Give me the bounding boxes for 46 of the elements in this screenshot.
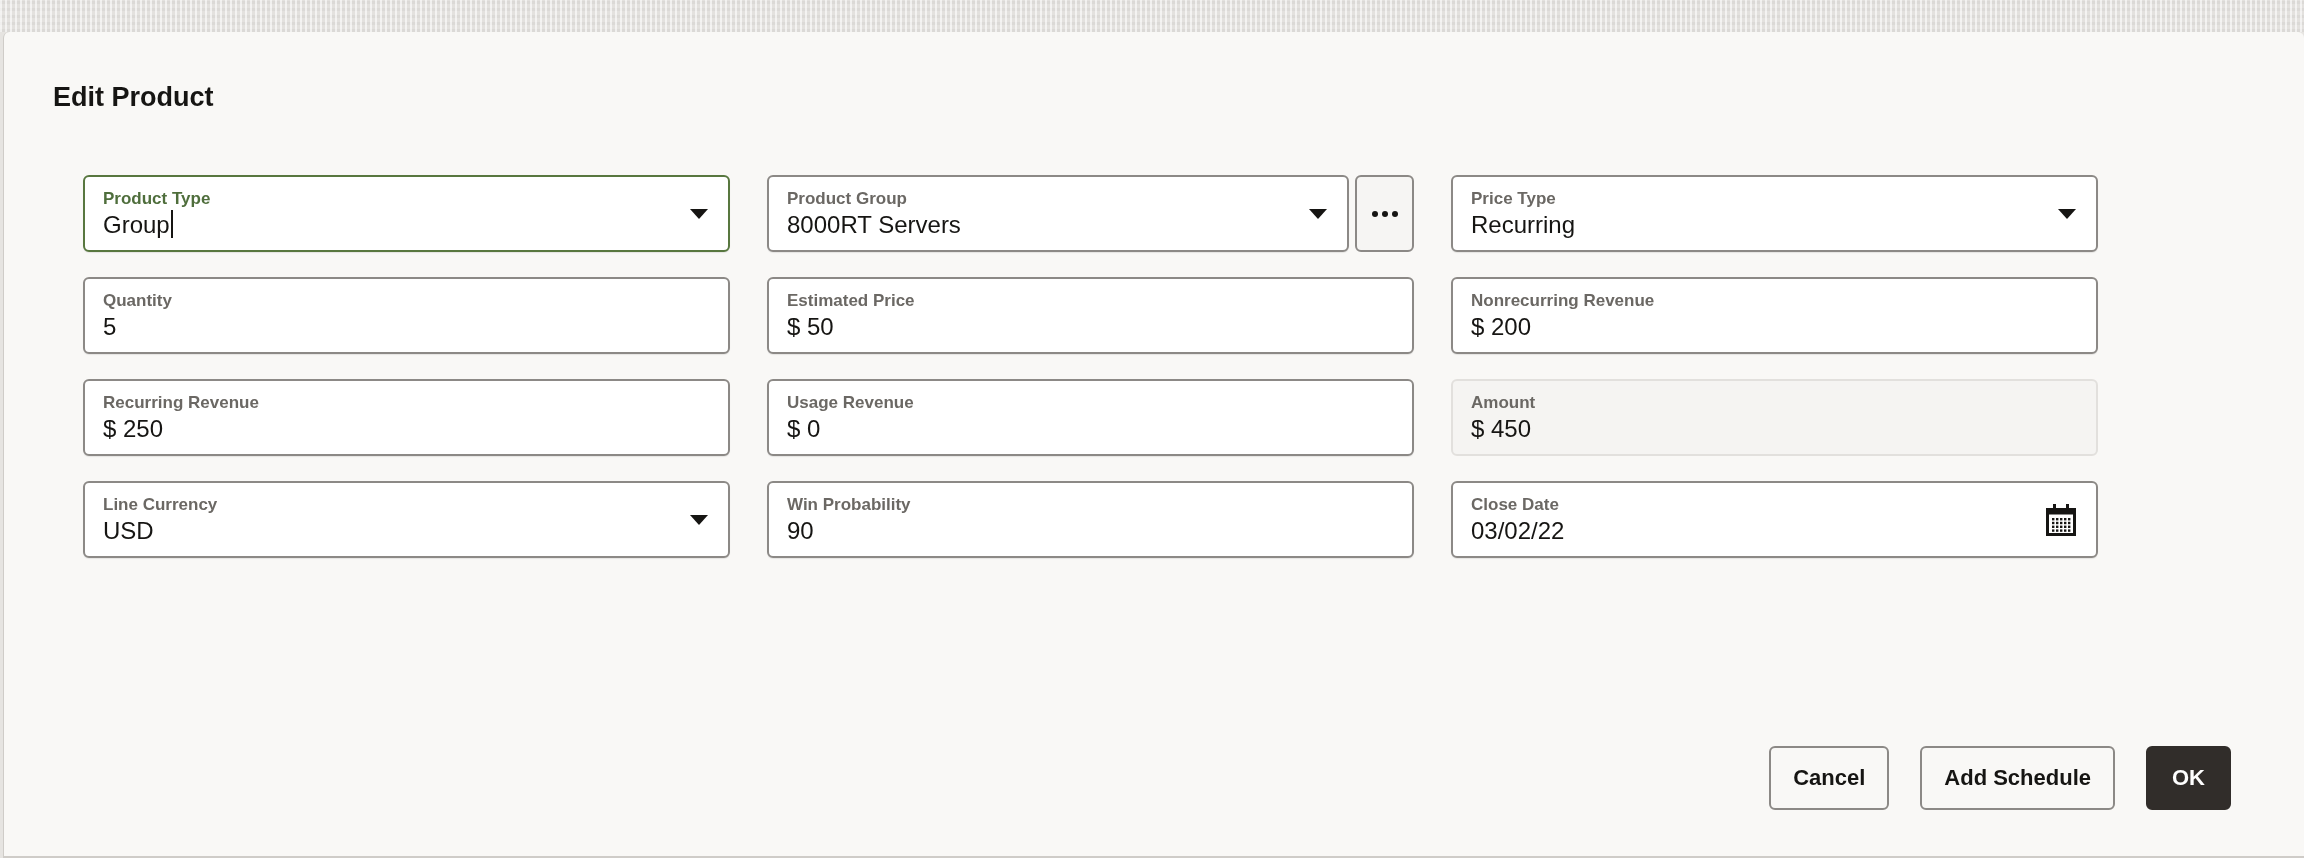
select-field[interactable]: Line Currency USD <box>83 481 730 558</box>
more-icon <box>1371 210 1398 217</box>
more-button[interactable] <box>1355 175 1414 252</box>
field-value: $ 250 <box>103 413 164 444</box>
caret-down-icon <box>690 514 708 525</box>
field-value: $ 450 <box>1471 413 1532 444</box>
select-field[interactable]: Product Type Group <box>83 175 730 252</box>
field-label: Estimated Price <box>787 289 915 311</box>
field-label: Close Date <box>1471 493 1559 515</box>
text-field[interactable]: Recurring Revenue $ 250 <box>83 379 730 456</box>
field-value: 03/02/22 <box>1471 515 1565 546</box>
date-field[interactable]: Close Date 03/02/22 <box>1451 481 2098 558</box>
field-label: Nonrecurring Revenue <box>1471 289 1655 311</box>
field-value: 5 <box>103 311 117 342</box>
field-label: Line Currency <box>103 493 218 515</box>
select-field[interactable]: Price Type Recurring <box>1451 175 2098 252</box>
ok-button[interactable]: OK <box>2146 746 2231 810</box>
field-label: Win Probability <box>787 493 911 515</box>
text-field[interactable]: Win Probability 90 <box>767 481 1414 558</box>
field-value: 8000RT Servers <box>787 209 961 240</box>
field-label: Product Type <box>103 187 211 209</box>
action-button[interactable]: Add Schedule <box>1920 746 2115 810</box>
action-button[interactable]: Cancel <box>1769 746 1890 810</box>
field-label: Product Group <box>787 187 907 209</box>
dialog-title: Edit Product <box>53 81 214 114</box>
caret-down-icon <box>690 208 708 219</box>
field-value: Recurring <box>1471 209 1576 240</box>
field-label: Quantity <box>103 289 172 311</box>
field-value: USD <box>103 515 154 546</box>
caret-down-icon <box>2058 208 2076 219</box>
field-label: Recurring Revenue <box>103 391 259 413</box>
text-field[interactable]: Usage Revenue $ 0 <box>767 379 1414 456</box>
select-field[interactable]: Product Group 8000RT Servers <box>767 175 1349 252</box>
text-field[interactable]: Quantity 5 <box>83 277 730 354</box>
calendar-icon[interactable] <box>2046 503 2076 536</box>
field-label: Price Type <box>1471 187 1556 209</box>
field-value: Group <box>103 209 170 240</box>
field-value: $ 0 <box>787 413 821 444</box>
text-field[interactable]: Nonrecurring Revenue $ 200 <box>1451 277 2098 354</box>
field-value: $ 200 <box>1471 311 1532 342</box>
caret-down-icon <box>1309 208 1327 219</box>
field-value: 90 <box>787 515 814 546</box>
field-label: Usage Revenue <box>787 391 914 413</box>
text-field[interactable]: Estimated Price $ 50 <box>767 277 1414 354</box>
field-label: Amount <box>1471 391 1536 413</box>
field-value: $ 50 <box>787 311 834 342</box>
